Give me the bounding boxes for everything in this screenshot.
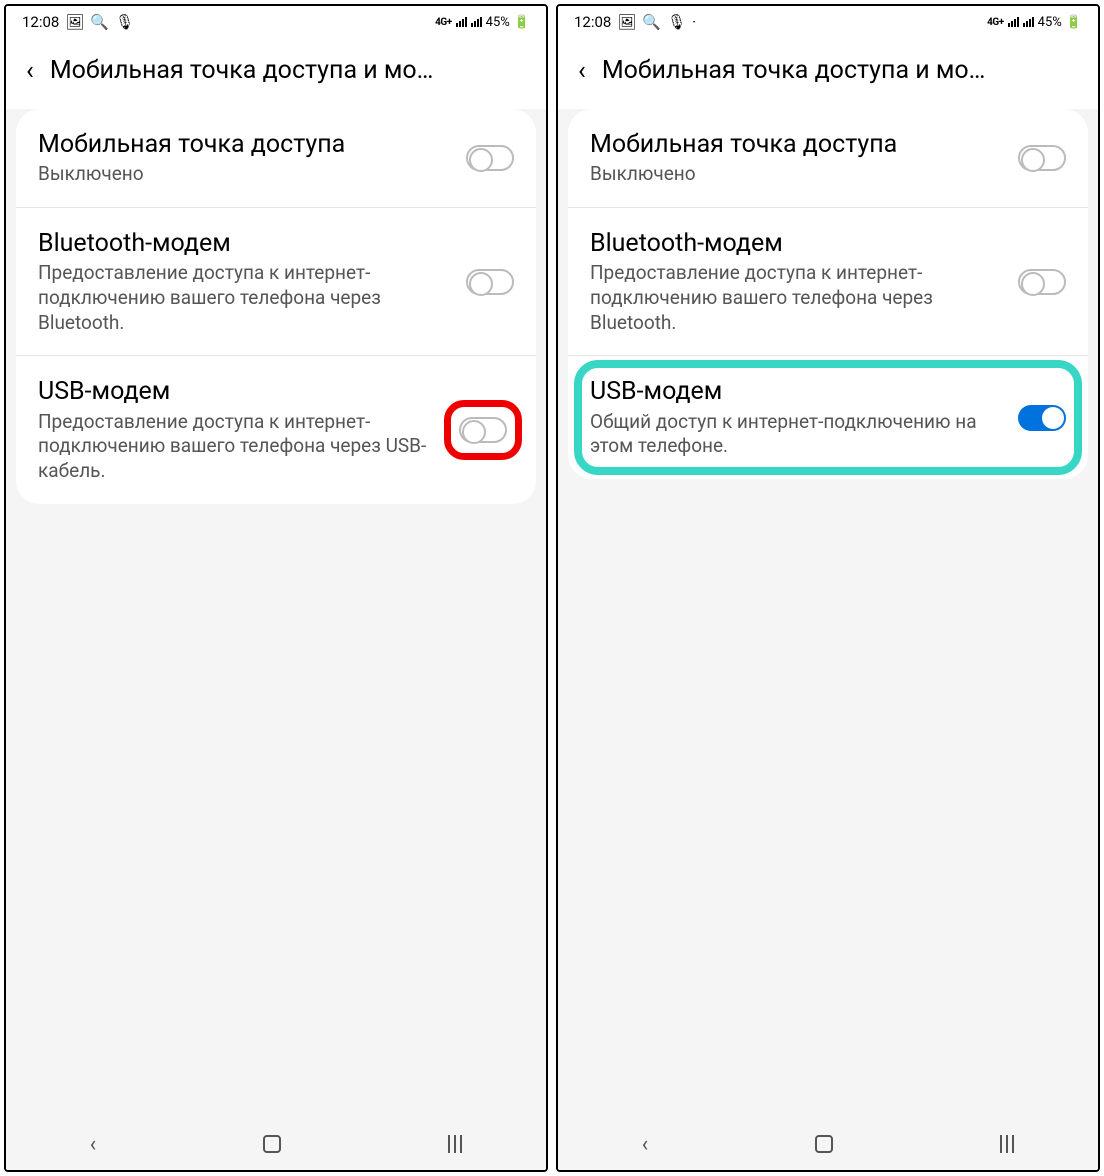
bt-subtitle: Предоставление доступа к интернет-подклю… — [38, 261, 452, 335]
row-usb-tethering[interactable]: USB-модем Общий доступ к интернет-подклю… — [568, 356, 1088, 479]
red-highlight-annotation — [444, 400, 522, 460]
hotspot-toggle[interactable] — [1018, 145, 1066, 171]
bt-title: Bluetooth-модем — [590, 228, 1004, 259]
nav-home-icon[interactable] — [815, 1135, 833, 1153]
battery-icon: 🔋 — [1066, 15, 1082, 30]
search-icon: 🔍 — [90, 13, 109, 31]
settings-list: Мобильная точка доступа Выключено Blueto… — [558, 109, 1098, 1118]
search-icon: 🔍 — [642, 13, 661, 31]
bt-toggle[interactable] — [466, 269, 514, 295]
settings-list: Мобильная точка доступа Выключено Blueto… — [6, 109, 546, 1118]
usb-toggle[interactable] — [459, 417, 507, 443]
network-type-icon: 4G+ — [987, 17, 1004, 28]
nav-back-icon[interactable]: ‹ — [642, 1132, 649, 1157]
nav-recents-icon[interactable] — [1000, 1135, 1014, 1153]
back-icon[interactable]: ‹ — [26, 58, 34, 84]
nav-home-icon[interactable] — [263, 1135, 281, 1153]
page-header: ‹ Мобильная точка доступа и мо… — [558, 38, 1098, 109]
status-time: 12:08 — [22, 13, 59, 31]
row-bluetooth-tethering[interactable]: Bluetooth-модем Предоставление доступа к… — [16, 208, 536, 356]
nav-recents-icon[interactable] — [448, 1135, 462, 1153]
battery-icon: 🔋 — [514, 15, 530, 30]
phone-screenshot-left: 12:08 🖼 🔍 🎙 4G+ 45% 🔋 ‹ Мобильная точка … — [4, 4, 548, 1172]
bt-subtitle: Предоставление доступа к интернет-подклю… — [590, 261, 1004, 335]
row-mobile-hotspot[interactable]: Мобильная точка доступа Выключено — [16, 109, 536, 208]
nav-back-icon[interactable]: ‹ — [90, 1132, 97, 1157]
usb-subtitle: Предоставление доступа к интернет-подклю… — [38, 410, 438, 484]
usb-toggle[interactable] — [1018, 405, 1066, 431]
network-type-icon: 4G+ — [435, 17, 452, 28]
battery-percent: 45% — [486, 15, 510, 30]
page-title: Мобильная точка доступа и мо… — [602, 56, 1078, 85]
page-header: ‹ Мобильная точка доступа и мо… — [6, 38, 546, 109]
usb-title: USB-модем — [590, 376, 1004, 407]
back-icon[interactable]: ‹ — [578, 58, 586, 84]
hotspot-title: Мобильная точка доступа — [38, 129, 452, 160]
hotspot-subtitle: Выключено — [38, 162, 452, 187]
status-bar: 12:08 🖼 🔍 🎙 4G+ 45% 🔋 — [6, 6, 546, 38]
signal-bars-icon — [1008, 17, 1019, 27]
signal-bars-icon — [456, 17, 467, 27]
bt-toggle[interactable] — [1018, 269, 1066, 295]
signal-bars-icon-2 — [471, 17, 482, 27]
hotspot-subtitle: Выключено — [590, 162, 1004, 187]
status-bar: 12:08 🖼 🔍 🎙 · 4G+ 45% 🔋 — [558, 6, 1098, 38]
mic-icon: 🎙 — [115, 13, 134, 31]
row-usb-tethering[interactable]: USB-модем Предоставление доступа к интер… — [16, 356, 536, 503]
row-mobile-hotspot[interactable]: Мобильная точка доступа Выключено — [568, 109, 1088, 208]
picture-icon: 🖼 — [65, 13, 84, 31]
page-title: Мобильная точка доступа и мо… — [50, 56, 526, 85]
bt-title: Bluetooth-модем — [38, 228, 452, 259]
dot-icon: · — [692, 13, 696, 31]
navigation-bar: ‹ — [558, 1118, 1098, 1170]
mic-icon: 🎙 — [667, 13, 686, 31]
hotspot-toggle[interactable] — [466, 145, 514, 171]
picture-icon: 🖼 — [617, 13, 636, 31]
usb-subtitle: Общий доступ к интернет-подключению на э… — [590, 410, 1004, 459]
row-bluetooth-tethering[interactable]: Bluetooth-модем Предоставление доступа к… — [568, 208, 1088, 356]
battery-percent: 45% — [1038, 15, 1062, 30]
status-time: 12:08 — [574, 13, 611, 31]
usb-title: USB-модем — [38, 376, 438, 407]
signal-bars-icon-2 — [1023, 17, 1034, 27]
navigation-bar: ‹ — [6, 1118, 546, 1170]
phone-screenshot-right: 12:08 🖼 🔍 🎙 · 4G+ 45% 🔋 ‹ Мобильная точк… — [556, 4, 1100, 1172]
hotspot-title: Мобильная точка доступа — [590, 129, 1004, 160]
